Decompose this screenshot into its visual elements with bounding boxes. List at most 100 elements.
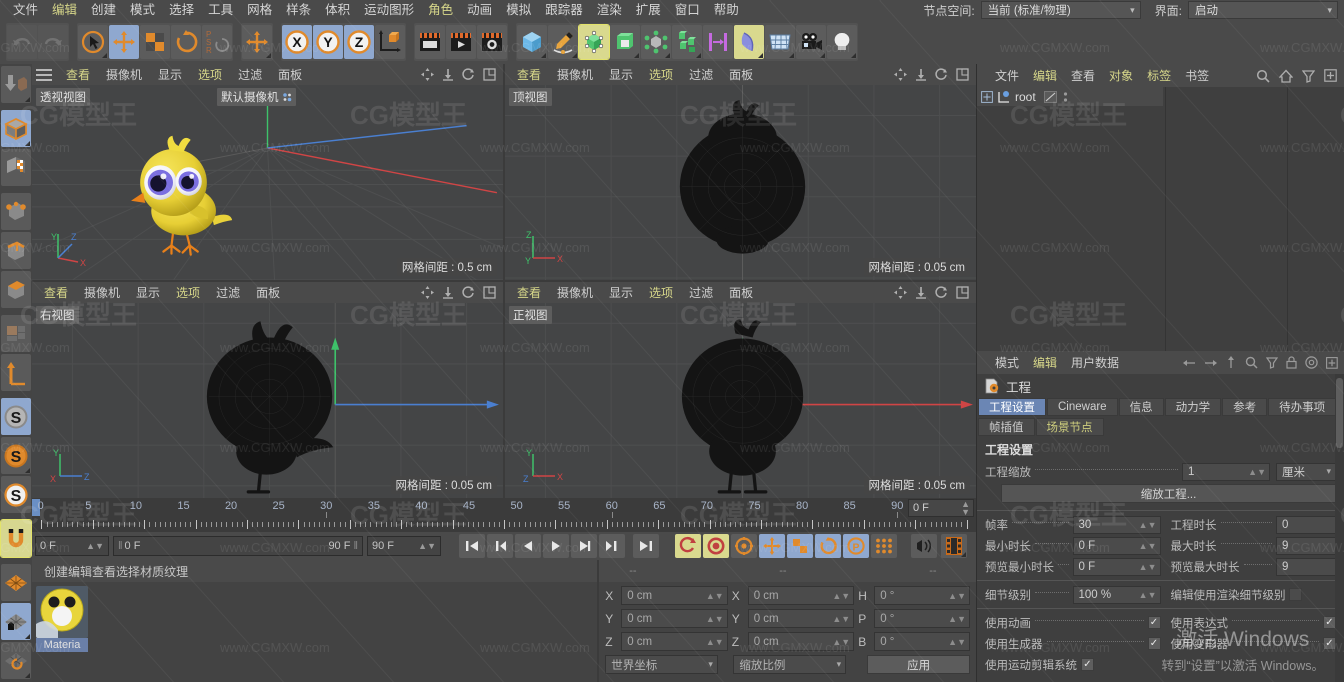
- key-scale-button[interactable]: [787, 534, 813, 558]
- array-button[interactable]: [641, 25, 671, 59]
- pan-icon[interactable]: [894, 286, 907, 299]
- pan-icon[interactable]: [421, 68, 434, 81]
- menu-item-16[interactable]: 窗口: [668, 0, 707, 20]
- viewport-canvas-right[interactable]: Y Z X 右视图 网格间距 : 0.05 cm: [32, 303, 503, 498]
- viewport-canvas-top[interactable]: Z X Y 顶视图 网格间距 : 0.05 cm: [505, 85, 976, 280]
- coord-system-dropdown[interactable]: 世界坐标 ▾: [605, 655, 718, 674]
- timeline-end-field[interactable]: 90 F ▲▼: [367, 536, 441, 556]
- edges-mode-button[interactable]: [1, 232, 31, 269]
- coord-rotation-field-1[interactable]: 0 ° ▲▼: [874, 609, 970, 628]
- spinner-icon[interactable]: ▲▼: [706, 591, 724, 600]
- vp1-menu-panel[interactable]: 面板: [270, 66, 310, 83]
- material-item[interactable]: Materia: [36, 586, 92, 652]
- interface-dropdown[interactable]: 启动 ▾: [1188, 1, 1338, 19]
- deformer-button[interactable]: [703, 25, 733, 59]
- vp1-menu-filter[interactable]: 过滤: [230, 66, 270, 83]
- vp3-menu-panel[interactable]: 面板: [248, 284, 288, 301]
- cube-primitive-button[interactable]: [517, 25, 547, 59]
- home-icon[interactable]: [1279, 69, 1293, 83]
- bend-deformer-button[interactable]: [734, 25, 764, 59]
- model-mode-button[interactable]: [1, 110, 31, 147]
- plus-icon[interactable]: [1326, 356, 1338, 369]
- previous-key-button[interactable]: [487, 534, 513, 558]
- arrow-up-icon[interactable]: [1225, 356, 1237, 369]
- coord-position-field-0[interactable]: 0 cm ▲▼: [621, 586, 728, 605]
- axis-z-button[interactable]: Z: [344, 25, 374, 59]
- zoom-icon[interactable]: [442, 68, 454, 81]
- material-menu-2[interactable]: 查看: [92, 563, 116, 580]
- vp4-menu-panel[interactable]: 面板: [721, 284, 761, 301]
- viewport-canvas-perspective[interactable]: Y X Z 透视视图 默认摄像机 网格间距 : 0.5 cm: [32, 85, 503, 280]
- render-view-button[interactable]: [415, 25, 445, 59]
- vp2-menu-view[interactable]: 查看: [509, 66, 549, 83]
- object-manager-menu-2[interactable]: 查看: [1064, 67, 1102, 84]
- boole-button[interactable]: [610, 25, 640, 59]
- vp4-menu-filter[interactable]: 过滤: [681, 284, 721, 301]
- menu-item-12[interactable]: 模拟: [499, 0, 538, 20]
- plus-icon[interactable]: [1324, 69, 1337, 82]
- sound-button[interactable]: [911, 534, 937, 558]
- previous-frame-button[interactable]: [515, 534, 541, 558]
- menu-item-9[interactable]: 运动图形: [357, 0, 421, 20]
- target-icon[interactable]: [1305, 356, 1318, 369]
- attribute-scrollbar[interactable]: [1335, 374, 1344, 682]
- workplane-rotate-button[interactable]: [1, 642, 31, 679]
- object-manager-menu-5[interactable]: 书签: [1178, 67, 1216, 84]
- spinner-icon[interactable]: ▲▼: [948, 614, 966, 623]
- coord-size-field-0[interactable]: 0 cm ▲▼: [747, 586, 855, 605]
- vp4-menu-options[interactable]: 选项: [641, 284, 681, 301]
- live-selection-button[interactable]: [78, 25, 108, 59]
- vp2-menu-panel[interactable]: 面板: [721, 66, 761, 83]
- project-scale-field[interactable]: 1 ▲▼: [1182, 462, 1270, 481]
- filter-icon[interactable]: [1302, 69, 1315, 83]
- spinner-icon[interactable]: ▲▼: [832, 614, 850, 623]
- material-menu-4[interactable]: 材质: [140, 563, 164, 580]
- hamburger-icon[interactable]: [36, 68, 52, 81]
- pan-icon[interactable]: [421, 286, 434, 299]
- move-tool-button[interactable]: [109, 25, 139, 59]
- generator-button[interactable]: [578, 24, 610, 60]
- axis-modify-button[interactable]: [1, 354, 31, 391]
- psr-tool-button[interactable]: P S R: [202, 25, 232, 59]
- vp1-menu-view[interactable]: 查看: [58, 66, 98, 83]
- material-thumbnail[interactable]: [36, 586, 88, 638]
- material-menu-3[interactable]: 选择: [116, 563, 140, 580]
- go-to-end-button[interactable]: [633, 534, 659, 558]
- vp3-menu-filter[interactable]: 过滤: [208, 284, 248, 301]
- arrow-left-icon[interactable]: [1183, 357, 1196, 369]
- rotate-view-icon[interactable]: [462, 286, 475, 299]
- material-manager-body[interactable]: Materia: [32, 582, 598, 682]
- timeline-ruler-track[interactable]: 0 5 10 15 20 25 30 35 40 45 50 55 60 65 70 75 80 85 90: [32, 498, 906, 518]
- vp2-menu-options[interactable]: 选项: [641, 66, 681, 83]
- spinner-icon[interactable]: ▲▼: [1139, 562, 1157, 571]
- key-parameter-button[interactable]: P: [843, 534, 869, 558]
- search-icon[interactable]: [1256, 69, 1270, 83]
- uv-mode-button[interactable]: [1, 315, 31, 352]
- menu-item-8[interactable]: 体积: [318, 0, 357, 20]
- vp1-menu-options[interactable]: 选项: [190, 66, 230, 83]
- scale-tool-button[interactable]: [140, 25, 170, 59]
- arrow-right-icon[interactable]: [1204, 357, 1217, 369]
- menu-item-7[interactable]: 样条: [279, 0, 318, 20]
- vp4-menu-camera[interactable]: 摄像机: [549, 284, 601, 301]
- maximize-view-icon[interactable]: [483, 286, 496, 299]
- object-tag-icon[interactable]: [1043, 90, 1057, 103]
- rotate-tool-button[interactable]: [171, 25, 201, 59]
- viewport-right[interactable]: 查看 摄像机 显示 选项 过滤 面板 Y Z X 右视图 网格间距: 0.05…: [32, 282, 503, 498]
- vp3-menu-camera[interactable]: 摄像机: [76, 284, 128, 301]
- spinner-icon[interactable]: ▲▼: [1139, 520, 1157, 529]
- material-menu-1[interactable]: 编辑: [68, 563, 92, 580]
- record-button[interactable]: [703, 534, 729, 558]
- axis-x-button[interactable]: X: [282, 25, 312, 59]
- camera-button[interactable]: [796, 25, 826, 59]
- light-button[interactable]: [827, 25, 857, 59]
- lock-icon[interactable]: [1286, 356, 1297, 369]
- menu-item-13[interactable]: 跟踪器: [538, 0, 590, 20]
- mograph-button[interactable]: [672, 25, 702, 59]
- viewport-perspective[interactable]: 查看 摄像机 显示 选项 过滤 面板 Y X Z 透视视图 默认摄像机 网格间距…: [32, 64, 503, 280]
- undo-button[interactable]: [7, 25, 37, 59]
- make-editable-button[interactable]: [1, 66, 31, 103]
- spinner-icon[interactable]: ▲▼: [1139, 590, 1157, 599]
- menu-item-4[interactable]: 选择: [162, 0, 201, 20]
- viewport-top[interactable]: 查看 摄像机 显示 选项 过滤 面板 Z X Y 顶视图 网格间距: 0.05…: [505, 64, 976, 280]
